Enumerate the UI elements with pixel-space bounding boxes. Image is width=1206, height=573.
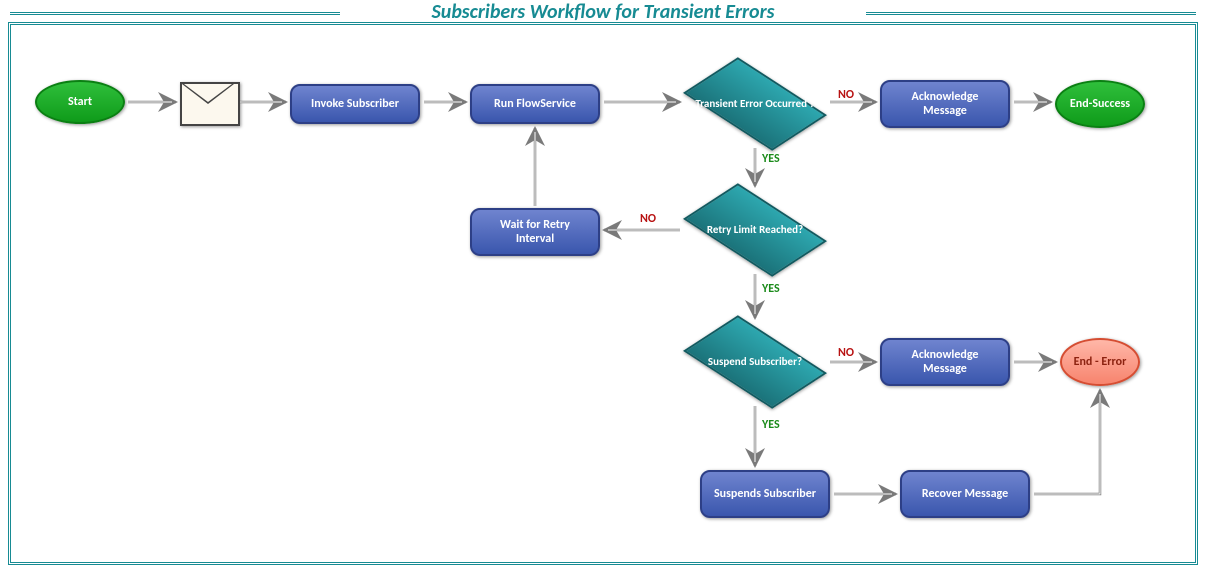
recover-message-node: Recover Message [900,470,1030,518]
end-error-node: End - Error [1060,338,1140,386]
workflow-diagram: Subscribers Workflow for Transient Error… [0,0,1206,573]
label-yes-d1: YES [762,152,780,166]
start-node: Start [35,80,125,124]
suspend-subscriber-decision: Suspend Subscriber? [680,318,830,406]
transient-error-decision: Transient Error Occurred ? [680,60,830,148]
label-yes-d3: YES [762,418,780,432]
retry-limit-decision: Retry Limit Reached? [680,186,830,274]
label-no-d1: NO [838,88,854,102]
envelope-icon [180,82,240,126]
title-rule-right [866,12,1196,15]
ack-message-2-node: Acknowledge Message [880,338,1010,386]
label-no-d2: NO [640,212,656,226]
suspends-subscriber-node: Suspends Subscriber [700,470,830,518]
invoke-subscriber-node: Invoke Subscriber [290,84,420,124]
label-no-d3: NO [838,346,854,360]
end-success-node: End-Success [1055,80,1145,128]
label-yes-d2: YES [762,282,780,296]
ack-message-1-node: Acknowledge Message [880,80,1010,128]
wait-retry-node: Wait for Retry Interval [470,208,600,256]
run-flowservice-node: Run FlowService [470,84,600,124]
